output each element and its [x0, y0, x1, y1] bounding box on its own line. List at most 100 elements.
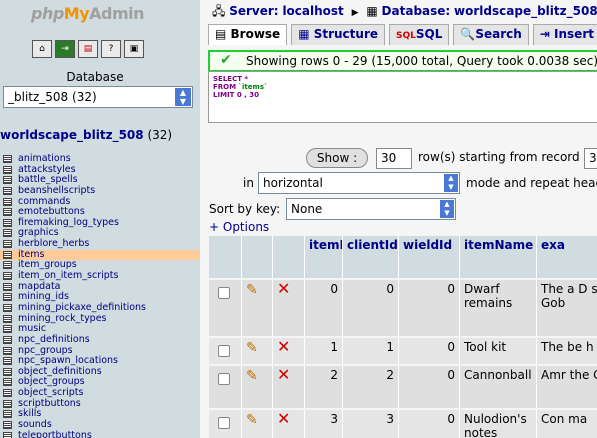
- breadcrumb-server[interactable]: localhost: [282, 4, 343, 18]
- row-checkbox[interactable]: [218, 287, 230, 299]
- show-button[interactable]: Show :: [306, 148, 368, 168]
- quick-icon-bar: ⌂ ⇥ ▤ ? ▣: [32, 40, 144, 58]
- table-icon[interactable]: [3, 335, 12, 344]
- table-list: animations attackstyles battle_spells beans…: [0, 153, 200, 438]
- logo-php: php: [31, 4, 64, 23]
- table-icon[interactable]: [3, 272, 12, 281]
- table-icon[interactable]: [3, 314, 12, 323]
- table-icon[interactable]: [3, 399, 12, 408]
- column-header[interactable]: exa: [537, 236, 597, 278]
- table-cell-itemName: Dwarf remains: [460, 280, 537, 336]
- table-icon[interactable]: [3, 431, 12, 438]
- table-icon[interactable]: [3, 421, 12, 430]
- edit-pencil-icon[interactable]: ✎: [246, 412, 258, 428]
- column-header[interactable]: itemId: [305, 236, 343, 278]
- table-cell-exa: The a D sava Gob: [537, 280, 597, 336]
- help-icon[interactable]: ?: [101, 40, 121, 58]
- navigation-sidebar: phpMyAdmin ⌂ ⇥ ▤ ? ▣ Database _blitz_508…: [0, 0, 200, 438]
- table-icon[interactable]: [3, 282, 12, 291]
- table-icon[interactable]: [3, 208, 12, 217]
- sidebar-table-label: music: [18, 323, 47, 335]
- table-icon[interactable]: [3, 410, 12, 419]
- exit-icon[interactable]: ⇥: [55, 40, 75, 58]
- options-link[interactable]: + Options: [209, 220, 269, 234]
- column-header[interactable]: wieldId: [399, 236, 460, 278]
- column-header[interactable]: itemName: [460, 236, 537, 278]
- table-icon[interactable]: [3, 240, 12, 249]
- database-link[interactable]: worldscape_blitz_508: [0, 128, 144, 142]
- table-cell-clientId: 0: [343, 280, 399, 336]
- edit-pencil-icon[interactable]: ✎: [246, 340, 258, 356]
- database-heading: worldscape_blitz_508 (32): [0, 128, 172, 142]
- table-icon[interactable]: [3, 293, 12, 302]
- table-icon[interactable]: [3, 261, 12, 270]
- tab-insert-label: Insert: [554, 27, 594, 41]
- table-icon[interactable]: [3, 218, 12, 227]
- delete-x-icon[interactable]: ✕: [277, 410, 290, 428]
- tab-browse[interactable]: ▤ Browse: [208, 24, 288, 45]
- tab-search[interactable]: 🔍Search: [453, 24, 529, 45]
- tab-sql[interactable]: SQLSQL: [389, 24, 450, 45]
- edit-cell: ✎: [242, 338, 273, 364]
- sql-from: FROM: [213, 83, 237, 91]
- table-icon[interactable]: [3, 346, 12, 355]
- table-row: ✎ ✕ 3 3 0 Nulodion's notes Con ma: [209, 410, 597, 438]
- delete-x-icon[interactable]: ✕: [277, 338, 290, 356]
- table-icon[interactable]: [3, 186, 12, 195]
- row-checkbox[interactable]: [218, 417, 230, 429]
- table-icon[interactable]: [3, 303, 12, 312]
- select-arrows-icon: ▲ ▼: [440, 200, 454, 218]
- home-icon[interactable]: ⌂: [32, 40, 52, 58]
- docs-icon[interactable]: ▣: [124, 40, 144, 58]
- table-icon[interactable]: [3, 389, 12, 398]
- database-label: Database: [66, 70, 124, 84]
- delete-x-icon[interactable]: ✕: [277, 280, 290, 298]
- display-mode-select[interactable]: horizontal ▲ ▼: [258, 172, 460, 194]
- sidebar-table-label: object_groups: [18, 376, 85, 388]
- delete-x-icon[interactable]: ✕: [277, 366, 290, 384]
- table-icon[interactable]: [3, 165, 12, 174]
- row-checkbox[interactable]: [218, 345, 230, 357]
- table-cell-clientId: 1: [343, 338, 399, 364]
- sidebar-table-label: item_groups: [18, 259, 77, 271]
- table-icon[interactable]: [3, 229, 12, 238]
- table-icon[interactable]: [3, 367, 12, 376]
- tab-insert[interactable]: ⇥ Insert: [532, 24, 597, 45]
- table-cell-itemName: Tool kit: [460, 338, 537, 364]
- column-header[interactable]: clientId: [343, 236, 399, 278]
- rows-per-page-input[interactable]: 30: [376, 148, 412, 169]
- sidebar-table-item[interactable]: teleportbuttons: [0, 430, 200, 438]
- row-checkbox[interactable]: [218, 373, 230, 385]
- sidebar-table-label: emotebuttons: [18, 206, 85, 218]
- sql-icon[interactable]: ▤: [78, 40, 98, 58]
- sql-query-box: SELECT * FROM `items` LIMIT 0 , 30: [208, 71, 597, 123]
- checkmark-icon: ✔: [220, 52, 232, 68]
- edit-pencil-icon[interactable]: ✎: [246, 368, 258, 384]
- table-cell-itemName: Nulodion's notes: [460, 410, 537, 438]
- start-record-input[interactable]: 3: [584, 148, 597, 169]
- sql-table: `items`: [238, 83, 268, 91]
- sidebar-table-label: scriptbuttons: [18, 397, 81, 409]
- table-cell-wieldId: 0: [399, 366, 460, 408]
- database-select[interactable]: _blitz_508 (32) ▲ ▼: [3, 86, 193, 108]
- table-icon[interactable]: [3, 197, 12, 206]
- table-icon[interactable]: [3, 155, 12, 163]
- sidebar-table-label: npc_definitions: [18, 333, 90, 345]
- table-icon[interactable]: [3, 250, 12, 259]
- breadcrumb-database[interactable]: worldscape_blitz_508: [454, 4, 597, 18]
- sidebar-table-label: mining_rock_types: [18, 312, 107, 324]
- table-icon[interactable]: [3, 378, 12, 387]
- table-icon[interactable]: [3, 357, 12, 366]
- phpmyadmin-logo[interactable]: phpMyAdmin: [31, 4, 145, 23]
- sidebar-table-label: mining_ids: [18, 291, 69, 303]
- table-icon[interactable]: [3, 325, 12, 334]
- select-arrows-icon: ▲ ▼: [175, 88, 191, 106]
- edit-pencil-icon[interactable]: ✎: [246, 282, 258, 298]
- table-cell-wieldId: 0: [399, 280, 460, 336]
- search-icon: 🔍: [460, 27, 476, 41]
- delete-cell: ✕: [273, 280, 305, 336]
- tab-structure[interactable]: ▦ Structure: [291, 24, 386, 45]
- table-icon[interactable]: [3, 176, 12, 185]
- sort-key-select[interactable]: None ▲ ▼: [286, 198, 456, 220]
- tab-bar: ▤ Browse ▦ Structure SQLSQL 🔍Search ⇥ In…: [208, 24, 597, 45]
